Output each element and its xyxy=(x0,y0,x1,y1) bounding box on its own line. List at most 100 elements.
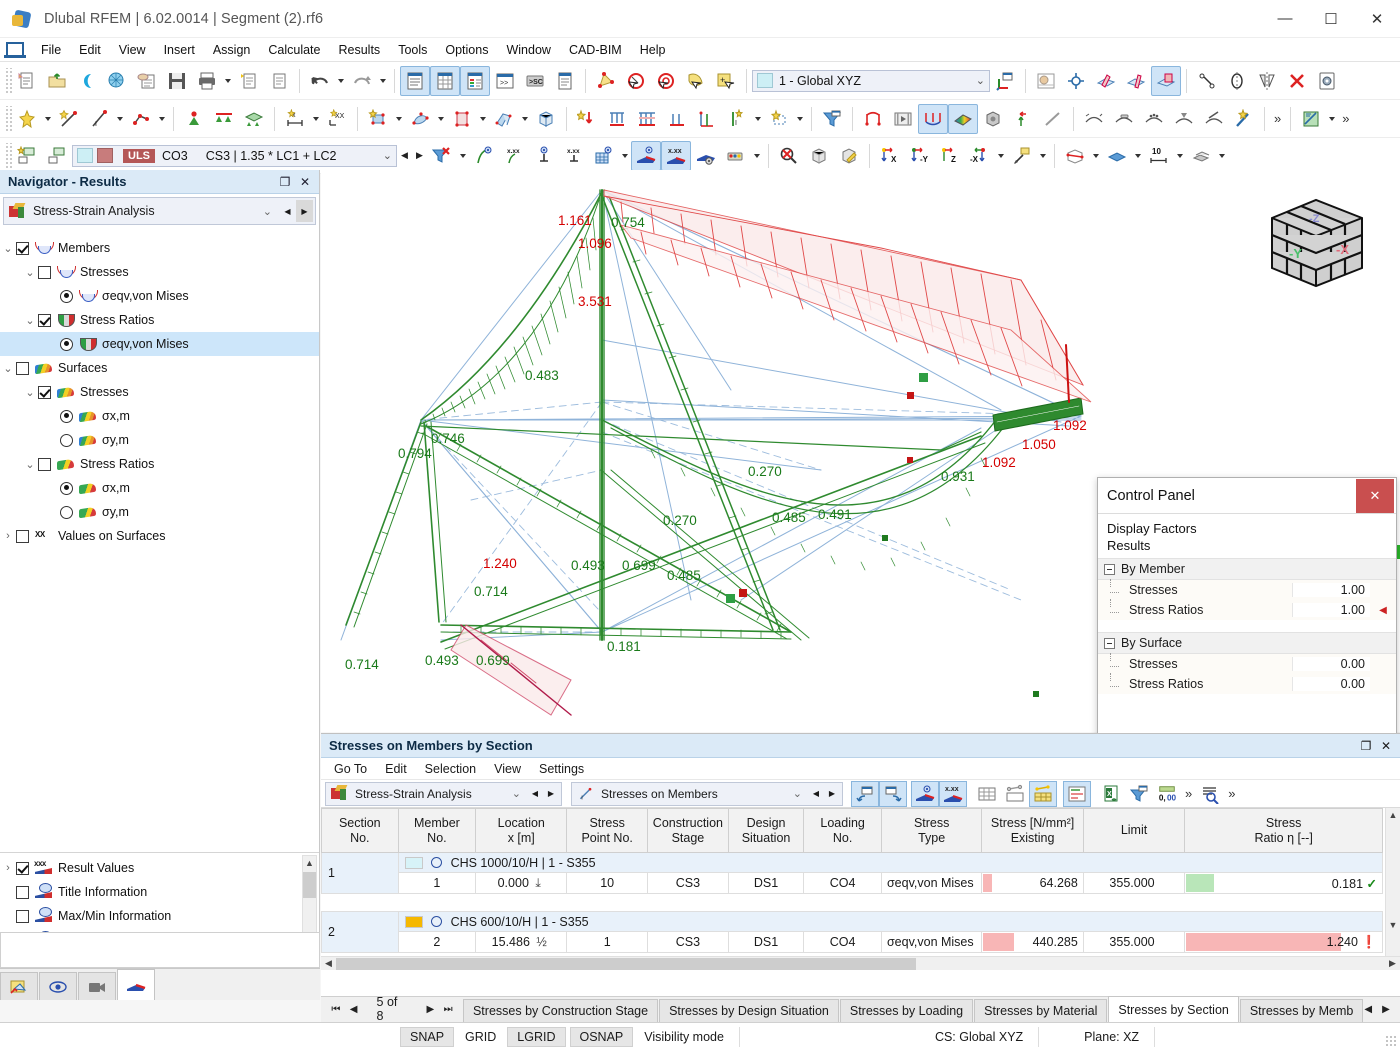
table-analysis-selector[interactable]: Stress-Strain Analysis ⌄ ◀ ▶ xyxy=(325,782,562,806)
table-result-prev[interactable]: ◀ xyxy=(808,789,824,798)
print-dropdown-caret[interactable] xyxy=(222,66,234,96)
new-member-caret[interactable] xyxy=(114,104,126,134)
stress-ratio-cell[interactable]: 0.181 ✓ xyxy=(1185,873,1383,894)
status-visibility-mode[interactable]: Visibility mode xyxy=(635,1027,733,1047)
view-direction-caret[interactable] xyxy=(995,141,1007,171)
load-cases-button[interactable] xyxy=(858,104,888,134)
table-analysis-dropdown[interactable]: ⌄ xyxy=(506,787,527,800)
analysis-dropdown-caret[interactable]: ⌄ xyxy=(256,205,279,218)
tree-twisty[interactable] xyxy=(0,904,16,928)
tree-checkbox[interactable] xyxy=(38,386,51,399)
collapse-icon-by-member[interactable] xyxy=(1104,564,1115,575)
surface-load-button[interactable] xyxy=(632,104,662,134)
tree-checkbox[interactable] xyxy=(16,862,29,875)
lc-prev-arrow[interactable]: ◀ xyxy=(397,143,412,169)
new-surface-button[interactable] xyxy=(363,104,393,134)
table-result-dropdown[interactable]: ⌄ xyxy=(787,787,808,800)
imperfection-button[interactable] xyxy=(692,104,722,134)
dimension-linear-button[interactable]: x xyxy=(280,104,310,134)
existing-stress-cell[interactable]: 64.268 xyxy=(982,873,1083,894)
nodal-release-button[interactable]: I xyxy=(722,104,752,134)
new-model-button[interactable] xyxy=(12,66,42,96)
result-scale-caret[interactable] xyxy=(751,141,763,171)
deformation-support-button[interactable] xyxy=(1169,104,1199,134)
select-by-circle-button[interactable] xyxy=(621,66,651,96)
toolbar2-gripper[interactable] xyxy=(4,106,12,132)
visibility-mode-caret[interactable] xyxy=(1037,141,1049,171)
snap-settings-button[interactable] xyxy=(1061,66,1091,96)
menu-view[interactable]: View xyxy=(110,40,155,60)
solid-results-button[interactable] xyxy=(978,104,1008,134)
show-result-diagram-button[interactable] xyxy=(911,781,939,807)
footer-tab[interactable]: Stresses by Section xyxy=(1108,996,1238,1022)
dimension-xx-button[interactable]: XX xyxy=(322,104,352,134)
deformation-line-button[interactable] xyxy=(1109,104,1139,134)
status-lgrid[interactable]: LGRID xyxy=(507,1027,565,1047)
table-column-header[interactable]: Stress Ratio η [--] xyxy=(1185,809,1383,853)
show-solid-model-button[interactable] xyxy=(804,141,834,171)
tree-radio[interactable] xyxy=(60,506,73,519)
values-on-members-xxx-button[interactable]: x.xx xyxy=(499,141,529,171)
tree-item[interactable]: σx,m xyxy=(0,476,319,500)
surface-stress-ratios-value[interactable]: 0.00 xyxy=(1292,677,1370,691)
clipping-plane-caret[interactable] xyxy=(1132,141,1144,171)
deformation-slope-button[interactable] xyxy=(1199,104,1229,134)
tree-item[interactable]: σeqv,von Mises xyxy=(0,332,319,356)
tree-checkbox[interactable] xyxy=(38,458,51,471)
table-column-header[interactable]: Design Situation xyxy=(728,809,804,853)
tree-checkbox[interactable] xyxy=(16,362,29,375)
footer-tab[interactable]: Stresses by Construction Stage xyxy=(463,999,658,1022)
menu-file[interactable]: File xyxy=(32,40,70,60)
new-node-button[interactable] xyxy=(12,104,42,134)
pager-next[interactable]: ▶ xyxy=(421,1004,439,1015)
goto-previous-button[interactable] xyxy=(851,781,879,807)
tree-checkbox[interactable] xyxy=(16,530,29,543)
existing-stress-cell[interactable]: 440.285 xyxy=(982,932,1083,953)
nodal-support-button[interactable] xyxy=(179,104,209,134)
table-column-header[interactable]: Stress [N/mm²] Existing xyxy=(982,809,1083,853)
member-no-cell[interactable]: 1 xyxy=(398,873,476,894)
surface-stresses-value[interactable]: 0.00 xyxy=(1292,657,1370,671)
undo-button[interactable] xyxy=(305,66,335,96)
show-result-values-button[interactable]: x.xx xyxy=(939,781,967,807)
edit-solid-model-button[interactable] xyxy=(834,141,864,171)
result-factor-button[interactable]: 10 xyxy=(1144,141,1174,171)
table-column-header[interactable]: Member No. xyxy=(398,809,476,853)
tree-twisty[interactable]: › xyxy=(0,524,16,548)
loading-no-cell[interactable]: CO4 xyxy=(804,932,882,953)
clear-filter-button[interactable] xyxy=(427,141,457,171)
tree-twisty[interactable]: ⌄ xyxy=(22,308,38,332)
status-osnap[interactable]: OSNAP xyxy=(570,1027,634,1047)
clipping-plane-button[interactable] xyxy=(1102,141,1132,171)
new-polyline-button[interactable] xyxy=(126,104,156,134)
table-column-header[interactable]: Section No. xyxy=(322,809,399,853)
analysis-next-arrow[interactable]: ▶ xyxy=(296,200,313,222)
open-model-button[interactable] xyxy=(42,66,72,96)
toolbar2-overflow-chevron[interactable]: » xyxy=(1270,111,1285,126)
menu-help[interactable]: Help xyxy=(631,40,675,60)
table-menu-settings[interactable]: Settings xyxy=(530,760,593,778)
tree-checkbox[interactable] xyxy=(38,266,51,279)
work-plane-xz-button[interactable] xyxy=(1121,66,1151,96)
tree-item[interactable]: ⌄ Stresses xyxy=(0,260,319,284)
goto-next-button[interactable] xyxy=(879,781,907,807)
limit-stress-cell[interactable]: 355.000 xyxy=(1083,873,1184,894)
menu-results[interactable]: Results xyxy=(330,40,390,60)
row-member-stresses[interactable]: Stresses 1.00 xyxy=(1098,580,1396,600)
tree-checkbox[interactable] xyxy=(16,910,29,923)
loading-no-cell[interactable]: CO4 xyxy=(804,873,882,894)
deformation-points-button[interactable] xyxy=(1139,104,1169,134)
tree-item[interactable]: σx,m xyxy=(0,404,319,428)
new-opening-button[interactable] xyxy=(447,104,477,134)
toolbar3-gripper[interactable] xyxy=(4,143,12,169)
control-panel-close-button[interactable]: ✕ xyxy=(1356,479,1394,513)
table-column-header[interactable]: Loading No. xyxy=(804,809,882,853)
new-folded-surface-caret[interactable] xyxy=(519,104,531,134)
show-values-on-members-button[interactable] xyxy=(469,141,499,171)
render-mode-button[interactable] xyxy=(1186,141,1216,171)
group-by-member[interactable]: By Member xyxy=(1098,558,1396,580)
render-mode-caret[interactable] xyxy=(1216,141,1228,171)
result-combination-next-button[interactable] xyxy=(42,141,72,171)
result-diagram-display-button[interactable] xyxy=(631,141,661,171)
table-menu-edit[interactable]: Edit xyxy=(376,760,416,778)
